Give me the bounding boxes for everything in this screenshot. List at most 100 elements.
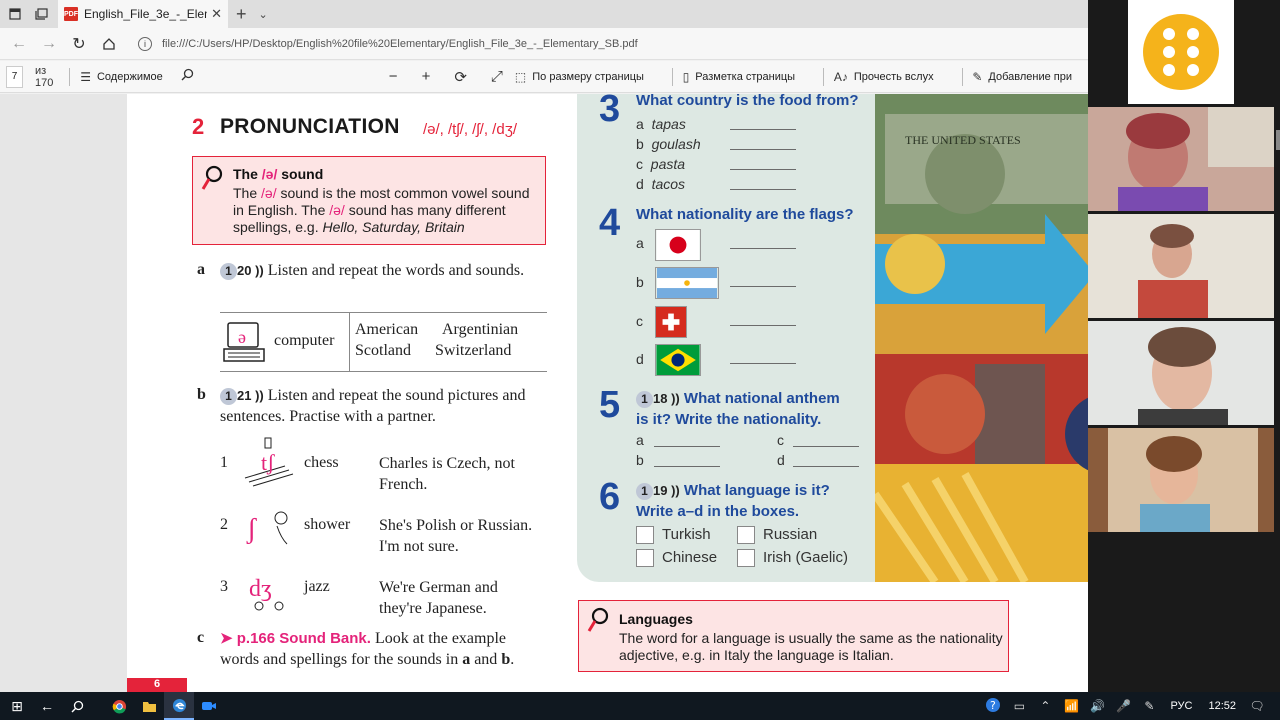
home-icon[interactable] [94, 29, 124, 59]
participant-video[interactable] [1088, 321, 1274, 425]
fit-page-button[interactable]: ⬚ По размеру страницы [515, 70, 644, 84]
option-letter: c [636, 156, 643, 172]
edge-icon[interactable] [164, 692, 194, 720]
answer-blank[interactable] [730, 129, 796, 130]
read-aloud-icon: A♪ [833, 69, 848, 84]
search-icon[interactable] [62, 692, 92, 720]
back-icon[interactable]: ← [32, 692, 62, 720]
fullscreen-icon[interactable]: ⤢ [491, 68, 503, 85]
checkbox-irish[interactable] [737, 549, 755, 567]
sound-sentence-line: French. [379, 476, 428, 493]
participant-video[interactable] [1088, 214, 1274, 318]
refresh-icon[interactable]: ↻ [64, 29, 94, 59]
checkbox-chinese[interactable] [636, 549, 654, 567]
url-text: file:///C:/Users/HP/Desktop/English%20fi… [162, 37, 638, 50]
zoom-out-icon[interactable]: − [389, 68, 398, 85]
question-number: 4 [599, 202, 621, 244]
sound-sentence-line: She's Polish or Russian. [379, 517, 533, 534]
question-title: 1 19 )) What language is it? Write a–d in… [636, 480, 830, 522]
answer-blank[interactable] [730, 189, 796, 190]
zoom-app-icon[interactable] [194, 692, 224, 720]
chevron-up-icon[interactable]: ⌃ [1032, 699, 1058, 713]
notifications-icon[interactable]: 🗨 [1244, 699, 1270, 713]
window-icon[interactable] [4, 3, 26, 25]
participant-video[interactable] [1088, 428, 1274, 532]
answer-blank[interactable] [654, 466, 720, 467]
answer-letter: a [636, 432, 644, 448]
question-title-line: 1 18 )) What national anthem [636, 388, 840, 409]
clock[interactable]: 12:52 [1208, 700, 1236, 712]
computer-icon: ə [223, 322, 265, 362]
answer-blank[interactable] [793, 446, 859, 447]
chrome-icon[interactable] [104, 692, 134, 720]
answer-blank[interactable] [730, 149, 796, 150]
new-tab-icon[interactable]: + [236, 4, 247, 25]
answer-blank[interactable] [654, 446, 720, 447]
rotate-icon[interactable]: ⟳ [454, 68, 467, 86]
toolbar-divider [961, 67, 963, 86]
answer-blank[interactable] [730, 363, 796, 364]
flag-letter: d [636, 351, 644, 367]
browser-tab[interactable]: PDF English_File_3e_-_Eleme ✕ [58, 0, 228, 28]
windows-start-icon[interactable]: ⊞ [2, 692, 32, 720]
keyboard-language[interactable]: РУС [1170, 700, 1192, 712]
chevron-down-icon[interactable]: ⌄ [259, 8, 268, 21]
item-b-instructions: Listen and repeat the sound pictures and… [220, 387, 526, 425]
close-icon[interactable]: ✕ [211, 6, 222, 22]
audio-disc: 1 [220, 263, 237, 280]
answer-blank[interactable] [793, 466, 859, 467]
question-title-line: 1 19 )) What language is it? [636, 480, 830, 501]
folder-icon[interactable] [134, 692, 164, 720]
sound-box-body: The /ə/ sound is the most common vowel s… [233, 185, 543, 236]
battery-icon[interactable]: ▭ [1006, 699, 1032, 713]
read-aloud-button[interactable]: A♪ Прочесть вслух [834, 70, 934, 84]
app-logo [1128, 0, 1234, 104]
answer-blank[interactable] [730, 286, 796, 287]
sound-word: shower [304, 516, 351, 533]
help-icon[interactable]: ? [980, 697, 1006, 716]
forward-icon[interactable]: → [34, 29, 64, 59]
audio-badge[interactable]: 1 19 )) [636, 480, 680, 501]
tabs-icon[interactable] [30, 3, 52, 25]
answer-blank[interactable] [730, 169, 796, 170]
audio-disc: 1 [636, 483, 653, 500]
svg-text:ə: ə [238, 327, 246, 347]
pdf-viewport[interactable]: 2 PRONUNCIATION /ə/, /tʃ/, /ʃ/, /dʒ/ The… [0, 94, 1152, 692]
sound-bank-link[interactable]: ➤ p.166 Sound Bank. [220, 630, 371, 647]
audio-badge[interactable]: 1 18 )) [636, 388, 680, 409]
checkbox-label: Turkish [662, 526, 711, 543]
sound-sentence: She's Polish or Russian. I'm not sure. [379, 515, 549, 557]
network-icon[interactable]: 📶 [1058, 699, 1084, 713]
answer-blank[interactable] [730, 248, 796, 249]
audio-badge[interactable]: 1 21 )) [220, 385, 264, 406]
audio-badge[interactable]: 1 20 )) [220, 260, 264, 281]
table-word: Argentinian [442, 321, 519, 338]
layout-button[interactable]: ▯ Разметка страницы [683, 70, 795, 84]
checkbox-label: Russian [763, 526, 818, 543]
checkbox-russian[interactable] [737, 526, 755, 544]
page-number-input[interactable]: 7 [6, 65, 23, 88]
pen-icon[interactable]: ✎ [1136, 699, 1162, 713]
participant-video[interactable] [1088, 107, 1274, 211]
checkbox-turkish[interactable] [636, 526, 654, 544]
microphone-icon[interactable]: 🎤 [1110, 699, 1136, 713]
windows-taskbar: ⊞ ← ? ▭ ⌃ 📶 🔊 🎤 ✎ РУС 12:52 🗨 [0, 692, 1280, 720]
answer-blank[interactable] [730, 325, 796, 326]
sound-box-examples: Hello, Saturday, Britain [322, 219, 465, 235]
option-text: pasta [650, 156, 686, 172]
info-icon[interactable]: i [138, 36, 152, 51]
item-c-line: words and spellings for the sounds in a … [220, 649, 550, 670]
search-icon[interactable] [181, 68, 194, 85]
url-input[interactable]: i file:///C:/Users/HP/Desktop/English%20… [138, 31, 1090, 57]
back-icon[interactable]: ← [4, 29, 34, 59]
shower-icon: ʃ [246, 511, 288, 545]
svg-text:?: ? [990, 699, 996, 712]
section-number: 2 [192, 114, 205, 139]
zoom-in-icon[interactable]: + [422, 68, 431, 85]
sidebar-scrollbar[interactable] [1276, 130, 1280, 150]
volume-icon[interactable]: 🔊 [1084, 699, 1110, 713]
tab-title: English_File_3e_-_Eleme [84, 7, 208, 21]
add-notes-button[interactable]: ✎ Добавление при [972, 70, 1072, 84]
item-b-letter: b [197, 386, 206, 403]
contents-button[interactable]: ☰ Содержимое [80, 70, 163, 84]
